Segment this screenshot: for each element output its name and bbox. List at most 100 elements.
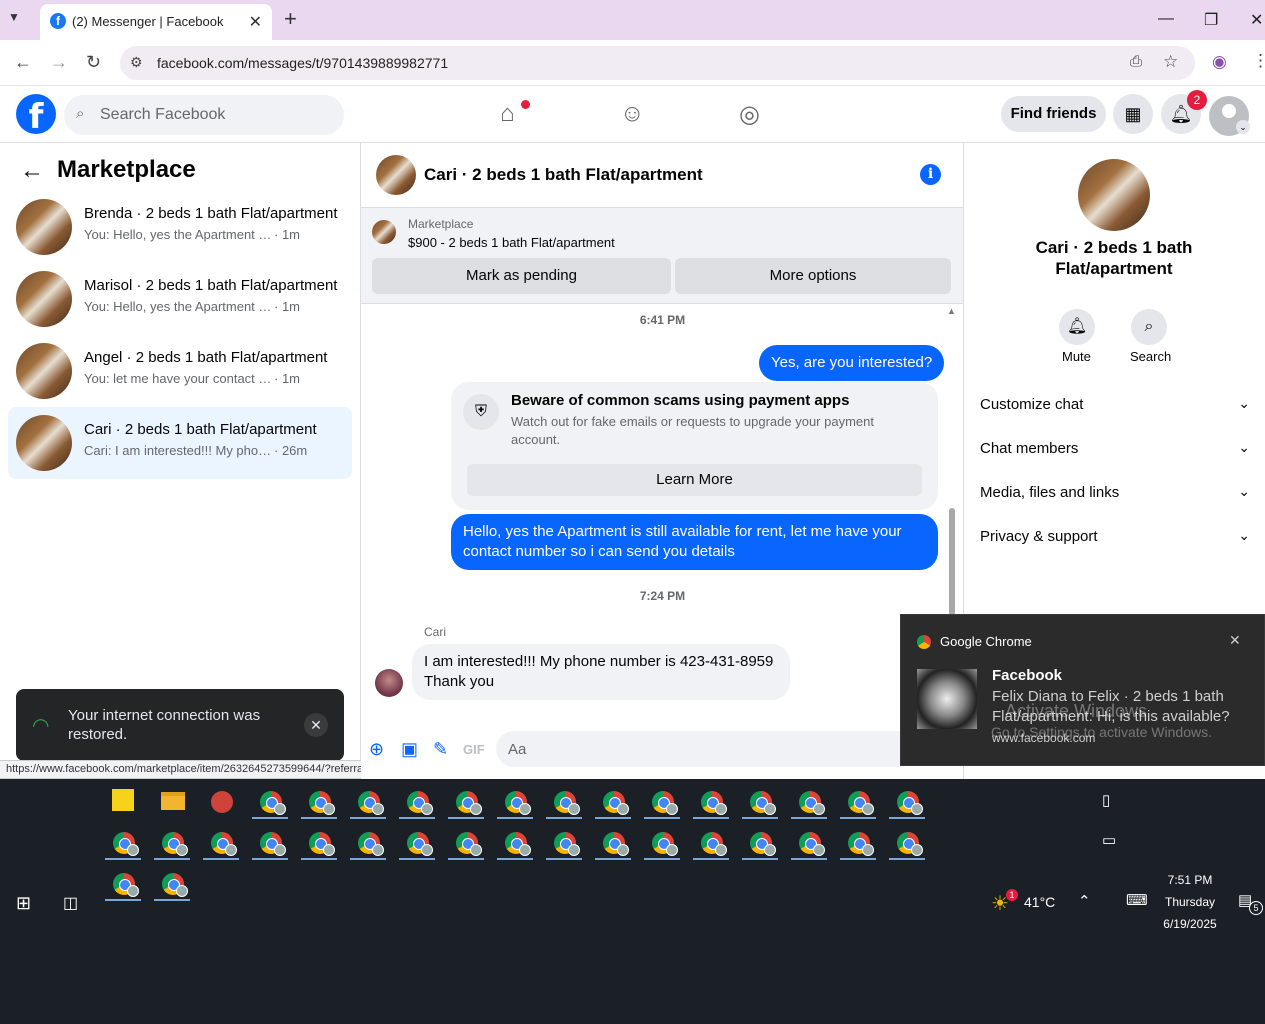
omnibox[interactable]: ⚙ facebook.com/messages/t/97014398899827… xyxy=(120,46,1195,80)
attach-photo-icon[interactable]: ▣ xyxy=(401,739,418,760)
search-icon[interactable]: ⌕ xyxy=(1131,309,1167,345)
chat-header-thumbnail[interactable] xyxy=(376,155,416,195)
customize-chat-row[interactable]: Customize chat ⌄ xyxy=(980,395,1250,416)
mute-bell-icon[interactable]: 🔔︎ xyxy=(1059,309,1095,345)
conversation-item-angel[interactable]: Angel · 2 beds 1 bath Flat/apartment You… xyxy=(8,335,352,407)
tab-search-chevron-icon[interactable]: ▼ xyxy=(8,10,20,24)
clock-day[interactable]: Thursday xyxy=(1160,895,1220,909)
search-label[interactable]: Search xyxy=(1130,349,1171,364)
outgoing-message[interactable]: Hello, yes the Apartment is still availa… xyxy=(451,514,938,570)
chrome-profile-icon[interactable] xyxy=(348,824,388,860)
task-view-icon[interactable]: ◫ xyxy=(63,893,78,913)
learn-more-button[interactable]: Learn More xyxy=(467,464,922,496)
mute-label[interactable]: Mute xyxy=(1062,349,1091,364)
new-tab-plus-icon[interactable]: + xyxy=(284,8,297,30)
browser-tab-messenger[interactable]: f (2) Messenger | Facebook ✕ xyxy=(40,4,272,40)
chrome-profile-icon[interactable] xyxy=(642,824,682,860)
temperature[interactable]: 41°C xyxy=(1024,894,1055,910)
profile-icon[interactable]: ◉ xyxy=(1212,52,1227,72)
media-files-links-row[interactable]: Media, files and links ⌄ xyxy=(980,483,1250,504)
groups-icon[interactable]: ◎ xyxy=(739,100,760,129)
gif-icon[interactable]: GIF xyxy=(463,742,485,757)
chrome-profile-icon[interactable] xyxy=(250,824,290,860)
chrome-profile-icon[interactable] xyxy=(446,783,486,819)
listing-price-title[interactable]: $900 - 2 beds 1 bath Flat/apartment xyxy=(408,235,615,250)
chrome-profile-icon[interactable] xyxy=(103,865,143,901)
phone-link-icon[interactable]: ▯ xyxy=(1102,791,1110,809)
sticker-icon[interactable]: ✎ xyxy=(433,739,448,760)
sticky-notes-app-icon[interactable] xyxy=(103,783,143,819)
clock-time[interactable]: 7:51 PM xyxy=(1160,873,1220,887)
outgoing-message[interactable]: Yes, are you interested? xyxy=(759,345,945,381)
install-app-icon[interactable]: ⎙ xyxy=(1130,53,1142,70)
chrome-notification[interactable]: Google Chrome ✕ Facebook Felix Diana to … xyxy=(900,614,1265,766)
windows-start-icon[interactable]: ⊞ xyxy=(16,893,31,914)
chrome-profile-icon[interactable] xyxy=(446,824,486,860)
chrome-profile-icon[interactable] xyxy=(691,824,731,860)
info-icon[interactable]: i xyxy=(920,164,941,185)
chrome-profile-icon[interactable] xyxy=(299,783,339,819)
chevron-up-icon[interactable]: ⌃ xyxy=(1078,892,1091,910)
chrome-profile-icon[interactable] xyxy=(103,824,143,860)
facebook-search-input[interactable] xyxy=(64,95,344,135)
chrome-profile-icon[interactable] xyxy=(397,783,437,819)
chrome-profile-icon[interactable] xyxy=(495,824,535,860)
mark-as-pending-button[interactable]: Mark as pending xyxy=(372,258,671,294)
notification-close-icon[interactable]: ✕ xyxy=(1229,632,1241,649)
conversation-item-marisol[interactable]: Marisol · 2 beds 1 bath Flat/apartment Y… xyxy=(8,263,352,335)
chrome-profile-icon[interactable] xyxy=(593,824,633,860)
menu-grid-icon[interactable]: ▦ xyxy=(1113,94,1153,134)
conversation-item-cari[interactable]: Cari · 2 beds 1 bath Flat/apartment Cari… xyxy=(8,407,352,479)
friends-icon[interactable]: ☺ xyxy=(620,100,645,128)
chrome-profile-icon[interactable] xyxy=(789,783,829,819)
chrome-profile-icon[interactable] xyxy=(250,783,290,819)
close-window-icon[interactable]: ✕ xyxy=(1250,10,1263,30)
back-arrow-icon[interactable]: ← xyxy=(14,52,32,73)
chrome-profile-icon[interactable] xyxy=(593,783,633,819)
chrome-profile-icon[interactable] xyxy=(691,783,731,819)
site-settings-icon[interactable]: ⚙ xyxy=(130,54,143,71)
chrome-profile-icon[interactable] xyxy=(887,824,927,860)
chrome-profile-icon[interactable] xyxy=(838,783,878,819)
find-friends-button[interactable]: Find friends xyxy=(1001,96,1106,132)
back-arrow-icon[interactable]: ← xyxy=(20,157,44,185)
chrome-profile-icon[interactable] xyxy=(201,824,241,860)
bookmark-star-icon[interactable]: ☆ xyxy=(1163,52,1178,72)
restore-icon[interactable]: ❐ xyxy=(1204,10,1218,30)
chat-members-row[interactable]: Chat members ⌄ xyxy=(980,439,1250,460)
incoming-message[interactable]: I am interested!!! My phone number is 42… xyxy=(412,644,790,700)
listing-thumbnail[interactable] xyxy=(372,220,396,244)
listing-thumbnail[interactable] xyxy=(1078,159,1150,231)
display-icon[interactable]: ▭ xyxy=(1102,831,1116,849)
message-input[interactable] xyxy=(496,731,916,767)
conversation-item-brenda[interactable]: Brenda · 2 beds 1 bath Flat/apartment Yo… xyxy=(8,191,352,263)
chrome-profile-icon[interactable] xyxy=(397,824,437,860)
chrome-profile-icon[interactable] xyxy=(299,824,339,860)
forward-arrow-icon[interactable]: → xyxy=(50,52,68,73)
tab-close-icon[interactable]: ✕ xyxy=(249,12,262,32)
snipping-tool-icon[interactable] xyxy=(201,783,241,819)
privacy-support-row[interactable]: Privacy & support ⌄ xyxy=(980,527,1250,548)
chrome-profile-icon[interactable] xyxy=(152,824,192,860)
clock-date[interactable]: 6/19/2025 xyxy=(1156,917,1224,931)
chat-header-name[interactable]: Cari · 2 beds 1 bath Flat/apartment xyxy=(424,165,703,185)
home-icon[interactable]: ⌂ xyxy=(500,100,515,128)
chrome-profile-icon[interactable] xyxy=(544,783,584,819)
more-options-button[interactable]: More options xyxy=(675,258,951,294)
chrome-profile-icon[interactable] xyxy=(740,783,780,819)
chrome-profile-icon[interactable] xyxy=(495,783,535,819)
chrome-profile-icon[interactable] xyxy=(789,824,829,860)
chrome-profile-icon[interactable] xyxy=(838,824,878,860)
menu-kebab-icon[interactable]: ⋮ xyxy=(1252,51,1265,71)
toast-close-icon[interactable]: ✕ xyxy=(304,713,328,737)
keyboard-icon[interactable]: ⌨ xyxy=(1126,891,1148,909)
sender-avatar[interactable] xyxy=(375,669,403,697)
account-chevron-down-icon[interactable]: ⌄ xyxy=(1236,120,1250,134)
chrome-profile-icon[interactable] xyxy=(887,783,927,819)
add-plus-icon[interactable]: ⊕ xyxy=(369,739,384,760)
chrome-profile-icon[interactable] xyxy=(348,783,388,819)
reload-icon[interactable]: ↻ xyxy=(86,52,101,73)
chrome-profile-icon[interactable] xyxy=(544,824,584,860)
file-explorer-icon[interactable] xyxy=(152,783,192,819)
chrome-profile-icon[interactable] xyxy=(152,865,192,901)
